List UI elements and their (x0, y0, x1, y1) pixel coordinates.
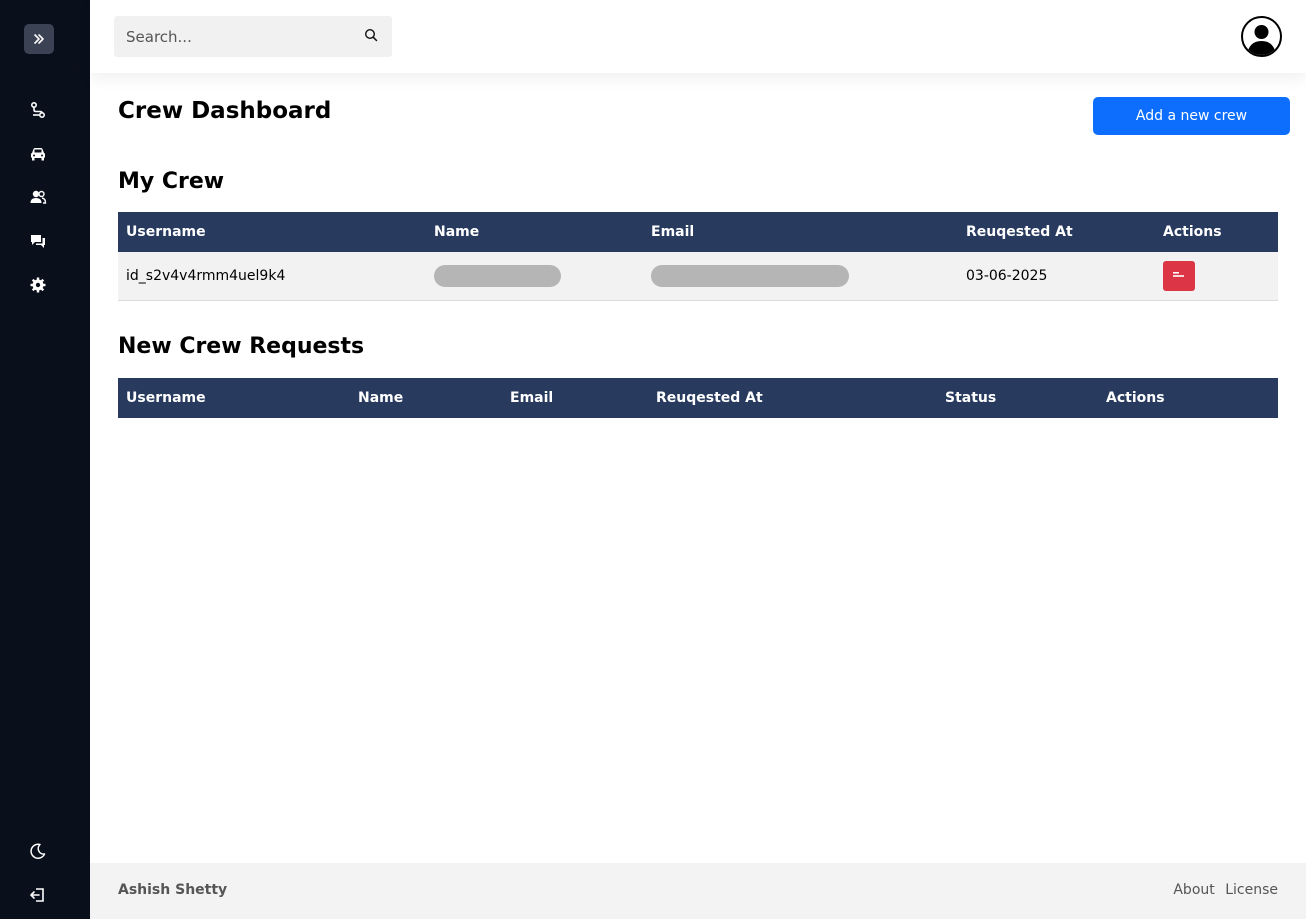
new-crew-requests-title: New Crew Requests (118, 334, 365, 359)
search-box (114, 16, 392, 57)
top-bar (90, 0, 1306, 73)
redacted-email (651, 264, 849, 287)
column-header-email[interactable]: Email (643, 212, 958, 252)
logout-button[interactable] (27, 884, 49, 906)
add-crew-button[interactable]: Add a new crew (1093, 97, 1290, 135)
cell-name (426, 252, 643, 301)
footer: Ashish Shetty About License (90, 863, 1306, 919)
column-header-actions: Actions (1098, 378, 1278, 418)
sidebar (0, 0, 90, 919)
column-header-name[interactable]: Name (350, 378, 502, 418)
table-row: id_s2v4v4rmm4uel9k4 03-06-2025 (118, 252, 1278, 301)
sidebar-toggle-button[interactable] (24, 24, 54, 54)
remove-crew-button[interactable] (1163, 260, 1195, 291)
sidebar-item-vehicles[interactable] (27, 143, 49, 165)
users-icon (30, 190, 47, 204)
crew-requests-table: Username Name Email Reuqested At Status … (118, 378, 1278, 418)
chat-icon (31, 235, 45, 248)
table-header-row: Username Name Email Reuqested At Actions (118, 212, 1278, 252)
route-icon (30, 101, 46, 119)
column-header-actions: Actions (1155, 212, 1278, 252)
page-title: Crew Dashboard (118, 98, 332, 124)
cell-username: id_s2v4v4rmm4uel9k4 (118, 252, 426, 301)
sidebar-item-settings[interactable] (27, 274, 49, 296)
my-crew-table: Username Name Email Reuqested At Actions… (118, 212, 1278, 301)
about-link[interactable]: About (1173, 882, 1214, 898)
column-header-requested-at[interactable]: Reuqested At (958, 212, 1155, 252)
footer-author: Ashish Shetty (118, 882, 228, 898)
logout-icon (30, 888, 44, 902)
sidebar-item-messages[interactable] (27, 230, 49, 252)
cell-email (643, 252, 958, 301)
gear-icon (30, 277, 46, 293)
double-chevron-right-icon (34, 34, 44, 44)
license-link[interactable]: License (1225, 882, 1278, 898)
user-avatar-icon (1247, 25, 1276, 55)
column-header-name[interactable]: Name (426, 212, 643, 252)
user-avatar-button[interactable] (1241, 16, 1282, 57)
car-icon (31, 148, 45, 161)
cell-actions (1155, 252, 1278, 301)
search-input[interactable] (114, 16, 354, 57)
search-icon[interactable] (364, 28, 378, 42)
sidebar-item-routes[interactable] (27, 99, 49, 121)
column-header-username[interactable]: Username (118, 378, 350, 418)
column-header-username[interactable]: Username (118, 212, 426, 252)
remove-icon (1173, 271, 1184, 277)
moon-icon (30, 843, 46, 859)
sidebar-item-crew[interactable] (27, 186, 49, 208)
my-crew-title: My Crew (118, 169, 225, 194)
redacted-name (434, 264, 561, 287)
column-header-status[interactable]: Status (937, 378, 1098, 418)
column-header-email[interactable]: Email (502, 378, 648, 418)
cell-requested-at: 03-06-2025 (958, 252, 1155, 301)
table-header-row: Username Name Email Reuqested At Status … (118, 378, 1278, 418)
footer-links: About License (1167, 882, 1278, 898)
column-header-requested-at[interactable]: Reuqested At (648, 378, 937, 418)
theme-toggle-button[interactable] (27, 840, 49, 862)
